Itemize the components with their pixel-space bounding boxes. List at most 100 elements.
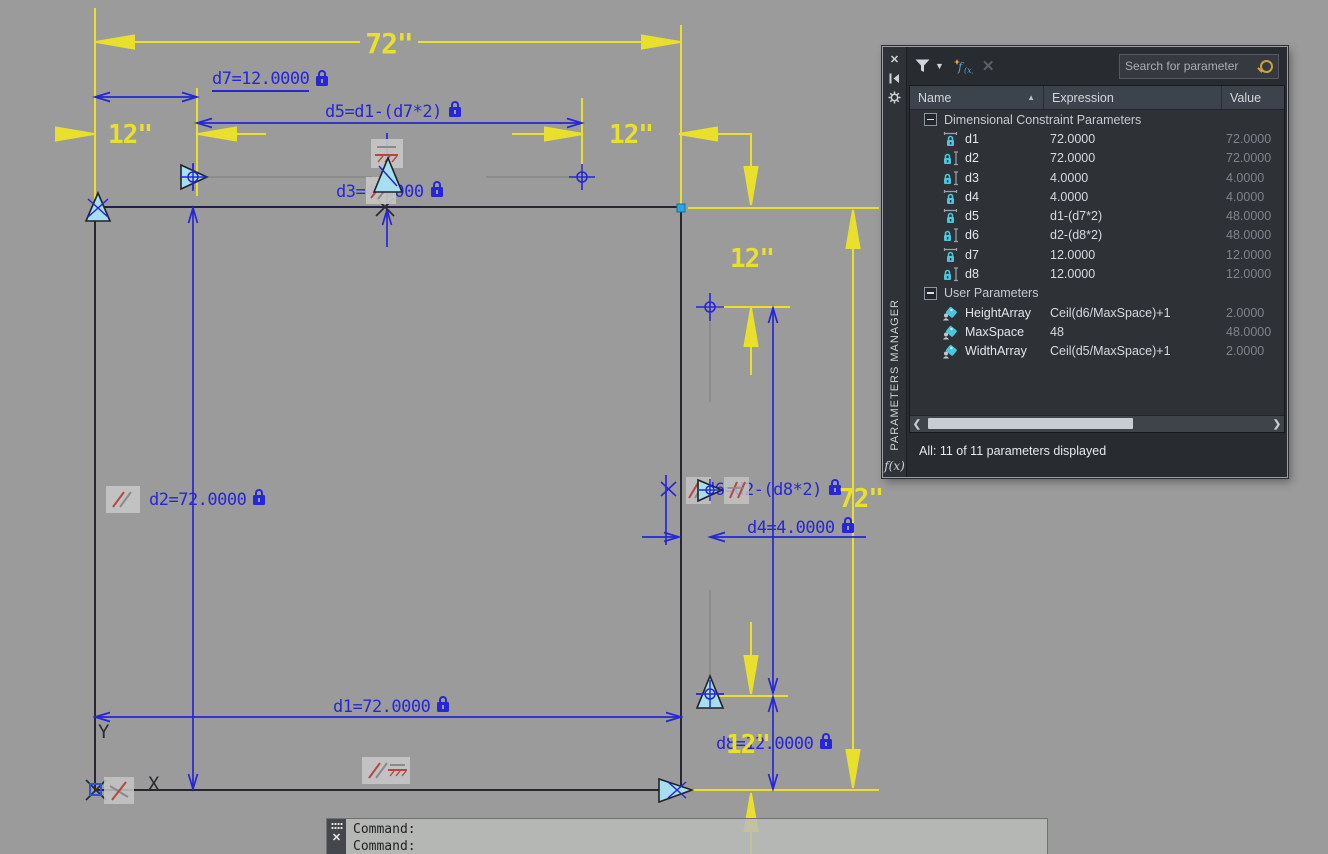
palette-title: PARAMETERS MANAGER — [888, 299, 901, 451]
parameter-group-row[interactable]: User Parameters — [910, 284, 1284, 303]
parameter-value: 12.0000 — [1226, 267, 1272, 282]
command-window[interactable]: ✕ Command: Command: — [326, 818, 1048, 854]
properties-gear-icon[interactable] — [888, 91, 902, 106]
filter-dropdown-caret[interactable]: ▼ — [935, 61, 944, 71]
annot-label-top-width[interactable]: 72" — [365, 27, 414, 60]
scroll-left-icon[interactable]: ❮ — [910, 419, 924, 430]
parameter-row[interactable]: d6 d2-(d8*2) 48.0000 — [910, 226, 1284, 245]
parameter-expression[interactable]: 12.0000 — [1044, 248, 1222, 262]
lock-icon — [430, 181, 443, 197]
user-parameter-tag-icon — [943, 306, 957, 321]
parameter-row[interactable]: HeightArray Ceil(d6/MaxSpace)+1 2.0000 — [910, 303, 1284, 322]
filter-icon[interactable] — [915, 59, 930, 73]
parameter-expression[interactable]: 72.0000 — [1044, 151, 1222, 165]
drag-handle-icon[interactable] — [330, 822, 343, 830]
parameter-name[interactable]: WidthArray — [965, 344, 1027, 358]
parameter-value: 12.0000 — [1226, 247, 1272, 262]
parameter-expression[interactable]: 72.0000 — [1044, 132, 1222, 146]
annot-label-top-left-gap[interactable]: 12" — [108, 120, 153, 150]
parameter-row[interactable]: d4 4.0000 4.0000 — [910, 187, 1284, 206]
lock-icon — [316, 69, 329, 86]
parameter-row[interactable]: WidthArray Ceil(d5/MaxSpace)+1 2.0000 — [910, 342, 1284, 361]
delete-parameter-icon[interactable]: ✕ — [982, 57, 995, 75]
parameter-value: 72.0000 — [1226, 151, 1272, 166]
parameter-expression[interactable]: 4.0000 — [1044, 171, 1222, 185]
parameter-expression[interactable]: d1-(d7*2) — [1044, 209, 1222, 223]
scrollbar-track[interactable] — [924, 416, 1270, 432]
parameter-name[interactable]: d4 — [965, 190, 979, 204]
annot-label-top-right-gap[interactable]: 12" — [609, 120, 654, 150]
command-prompt-line[interactable]: Command: — [353, 838, 416, 854]
constraint-point-markers — [180, 164, 724, 708]
sort-ascending-icon: ▲ — [1027, 93, 1035, 102]
parameter-name[interactable]: d1 — [965, 132, 979, 146]
parameter-name[interactable]: d7 — [965, 248, 979, 262]
parameter-expression[interactable]: Ceil(d6/MaxSpace)+1 — [1044, 306, 1222, 320]
dim-label-d7[interactable]: d7=12.0000 — [212, 69, 329, 92]
horizontal-scrollbar[interactable]: ❮ ❯ — [910, 415, 1284, 432]
dim-label-d5[interactable]: d5=d1-(d7*2) — [325, 101, 461, 122]
parameter-expression[interactable]: 12.0000 — [1044, 267, 1222, 281]
parameter-row[interactable]: d7 12.0000 12.0000 — [910, 245, 1284, 264]
column-header-name[interactable]: Name ▲ — [910, 86, 1044, 109]
parameter-expression[interactable]: d2-(d8*2) — [1044, 228, 1222, 242]
annot-label-right-top-offset[interactable]: 12" — [730, 244, 775, 274]
command-window-titlebar[interactable]: ✕ — [327, 819, 346, 854]
lock-icon — [841, 517, 854, 533]
collapse-icon[interactable] — [924, 113, 937, 127]
palette-title-bar[interactable]: ✕ PARAMETERS MANAGER f(x) — [883, 47, 907, 477]
scrollbar-thumb[interactable] — [928, 418, 1133, 429]
collapse-icon[interactable] — [924, 286, 937, 300]
new-user-parameter-icon[interactable]: f (x) — [953, 58, 973, 74]
parameter-row[interactable]: d5 d1-(d7*2) 48.0000 — [910, 206, 1284, 225]
annot-label-right-height[interactable]: 72" — [839, 484, 884, 514]
parameters-manager-palette: ✕ PARAMETERS MANAGER f(x) ▼ f (x ✕ Searc… — [882, 46, 1288, 478]
parameter-group-row[interactable]: Dimensional Constraint Parameters — [910, 110, 1284, 129]
parameter-expression[interactable]: Ceil(d5/MaxSpace)+1 — [1044, 344, 1222, 358]
ucs-x-label: X — [148, 773, 160, 795]
parameter-name[interactable]: d2 — [965, 151, 979, 165]
parameter-row[interactable]: d3 4.0000 4.0000 — [910, 168, 1284, 187]
vertical-dimension-lock-icon — [944, 228, 958, 243]
horizontal-dimension-lock-icon — [943, 189, 958, 204]
parameter-name[interactable]: HeightArray — [965, 306, 1031, 320]
command-prompt-line[interactable]: Command: — [353, 821, 416, 838]
ucs-y-label: Y — [98, 721, 110, 743]
search-input[interactable]: Search for parameter — [1119, 53, 1279, 79]
group-label: Dimensional Constraint Parameters — [944, 112, 1142, 127]
yellow-dimensions[interactable] — [55, 8, 879, 854]
parameter-expression[interactable]: 4.0000 — [1044, 190, 1222, 204]
corner-grip[interactable] — [676, 203, 686, 213]
parameter-row[interactable]: d1 72.0000 72.0000 — [910, 129, 1284, 148]
dim-label-d4[interactable]: d4=4.0000 — [747, 517, 854, 538]
column-header-value[interactable]: Value — [1222, 86, 1284, 109]
svg-text:(x): (x) — [964, 66, 973, 74]
dim-label-d1[interactable]: d1=72.0000 — [333, 696, 450, 717]
table-rows: Dimensional Constraint Parameters d1 72.… — [910, 110, 1284, 415]
parameter-row[interactable]: d8 12.0000 12.0000 — [910, 264, 1284, 283]
parameter-name[interactable]: MaxSpace — [965, 325, 1024, 339]
parameter-row[interactable]: d2 72.0000 72.0000 — [910, 149, 1284, 168]
dim-label-d2[interactable]: d2=72.0000 — [149, 489, 266, 510]
parameter-row[interactable]: MaxSpace 48 48.0000 — [910, 322, 1284, 341]
scroll-right-icon[interactable]: ❯ — [1270, 419, 1284, 430]
parameter-name[interactable]: d8 — [965, 267, 979, 281]
parameter-name[interactable]: d6 — [965, 228, 979, 242]
column-header-expression[interactable]: Expression — [1044, 86, 1222, 109]
search-placeholder: Search for parameter — [1125, 59, 1239, 73]
close-icon[interactable]: ✕ — [332, 833, 341, 844]
parameter-name[interactable]: d3 — [965, 171, 979, 185]
lock-icon — [820, 733, 833, 749]
vertical-dimension-lock-icon — [944, 267, 958, 282]
parameter-expression[interactable]: 48 — [1044, 325, 1222, 339]
search-icon[interactable] — [1260, 59, 1273, 73]
group-label: User Parameters — [944, 286, 1039, 301]
autocad-viewport: d7=12.0000 d5=d1-(d7*2) d3=4.0000 d2=72.… — [0, 0, 1328, 854]
parameter-name[interactable]: d5 — [965, 209, 979, 223]
annot-label-right-bottom-offset[interactable]: 12" — [726, 730, 771, 760]
dim-label-d6[interactable]: d6=d2-(d8*2) — [705, 479, 841, 500]
close-icon[interactable]: ✕ — [888, 53, 902, 68]
dim-label-d3[interactable]: d3=4.0000 — [336, 181, 443, 202]
auto-hide-icon[interactable] — [888, 72, 902, 87]
table-header: Name ▲ Expression Value — [910, 86, 1284, 110]
